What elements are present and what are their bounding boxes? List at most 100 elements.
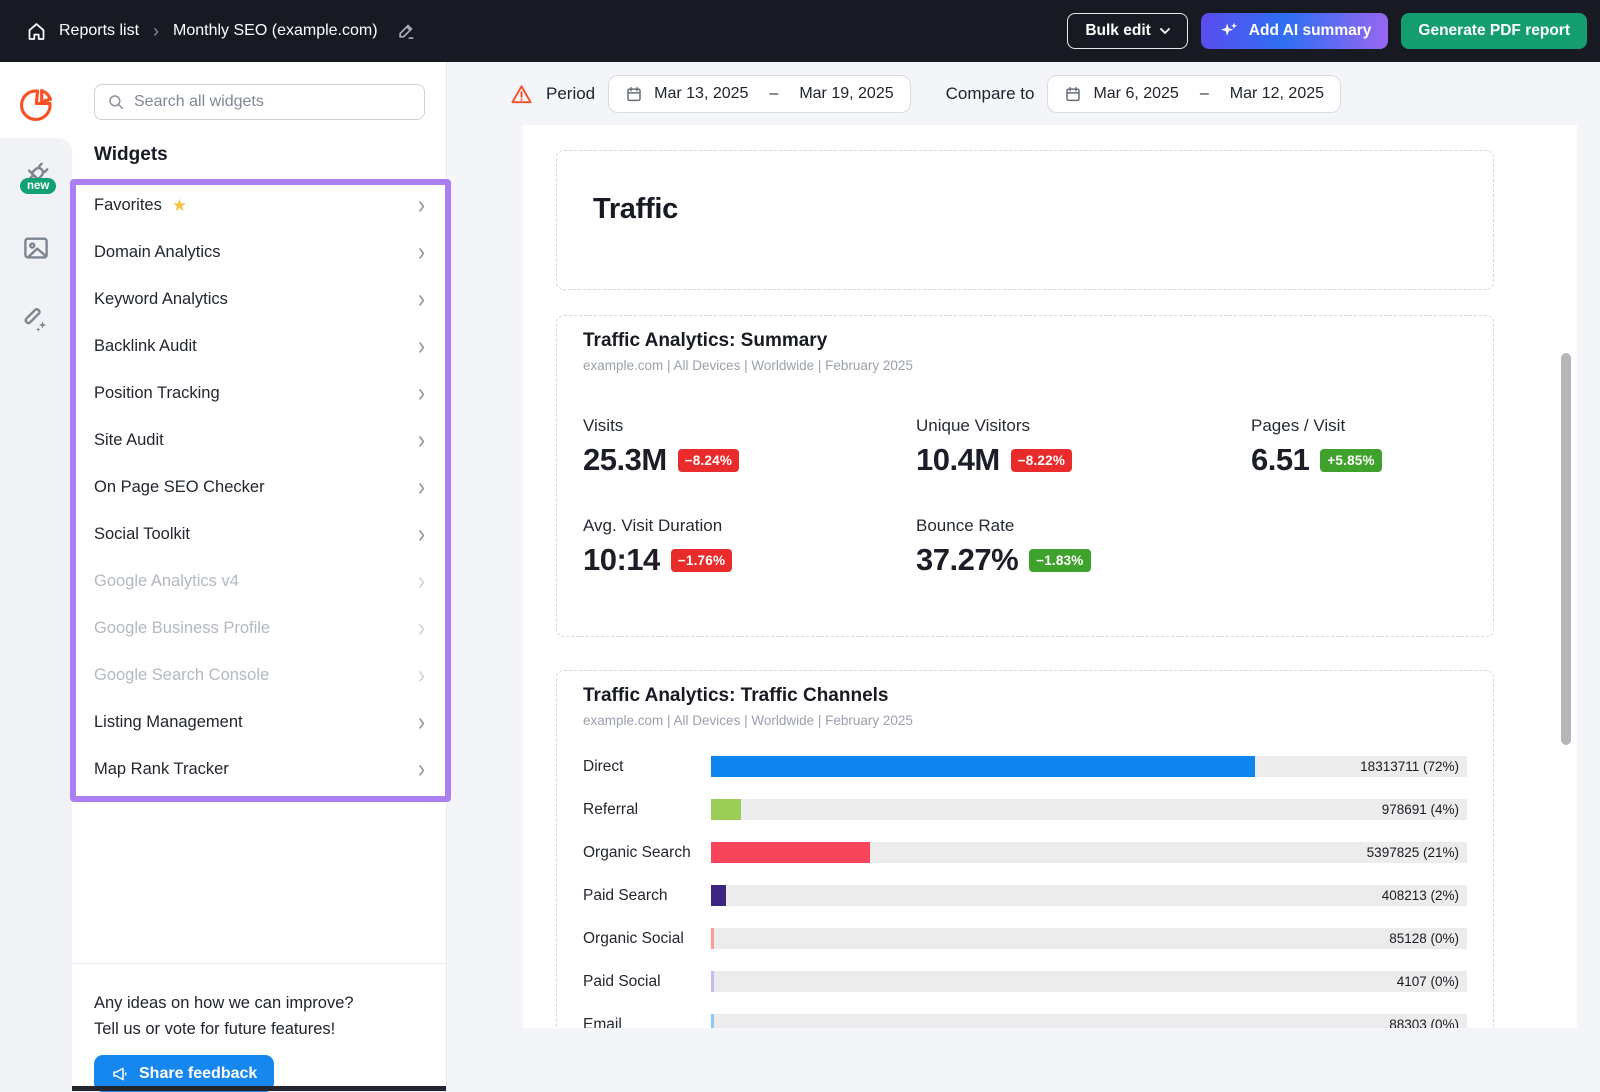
- report-canvas: Traffic Traffic Analytics: Summary examp…: [523, 125, 1577, 1028]
- vertical-scrollbar[interactable]: [1561, 353, 1571, 745]
- sidebar-item-backlink-audit[interactable]: Backlink Audit›: [94, 323, 425, 370]
- sidebar-item-domain-analytics[interactable]: Domain Analytics›: [94, 229, 425, 276]
- metric-value: 37.27%−1.83%: [916, 542, 1251, 578]
- sidebar-item-label: Site Audit: [94, 431, 164, 450]
- add-ai-summary-button[interactable]: Add AI summary: [1201, 13, 1389, 49]
- metric-label: Bounce Rate: [916, 516, 1251, 536]
- metric-number: 10:14: [583, 542, 660, 578]
- channel-value: 85128 (0%): [1389, 928, 1459, 949]
- channel-value: 88303 (0%): [1389, 1014, 1459, 1028]
- change-badge: +5.85%: [1320, 449, 1381, 472]
- page-title: Monthly SEO (example.com): [173, 22, 378, 40]
- channel-bar-fill: [711, 1014, 714, 1028]
- sidebar-item-site-audit[interactable]: Site Audit›: [94, 417, 425, 464]
- home-icon[interactable]: [26, 21, 47, 42]
- sidebar-item-map-rank-tracker[interactable]: Map Rank Tracker ›: [94, 746, 425, 793]
- metric-pages-visit: Pages / Visit6.51+5.85%: [1251, 416, 1467, 478]
- channel-label: Email: [583, 1016, 711, 1029]
- chevron-right-icon: ›: [418, 709, 425, 735]
- summary-widget-subtitle: example.com | All Devices | Worldwide | …: [583, 358, 1467, 373]
- new-badge: new: [20, 178, 56, 194]
- image-icon[interactable]: [21, 233, 51, 263]
- generate-pdf-label: Generate PDF report: [1418, 22, 1570, 40]
- channel-value: 5397825 (21%): [1367, 842, 1459, 863]
- channel-bar-track: 5397825 (21%): [711, 842, 1467, 863]
- sidebar-item-label: Google Business Profile: [94, 619, 270, 638]
- sidebar-item-listing-management[interactable]: Listing Management›: [94, 699, 425, 746]
- sidebar-item-label: Position Tracking: [94, 384, 220, 403]
- topbar-actions: Bulk edit Add AI summary Generate PDF re…: [1067, 13, 1600, 49]
- range-dash: –: [1200, 85, 1209, 103]
- sidebar-item-label: Map Rank Tracker: [94, 760, 229, 779]
- traffic-channels-widget[interactable]: Traffic Analytics: Traffic Channels exam…: [556, 670, 1494, 1028]
- channel-label: Organic Search: [583, 844, 711, 862]
- widgets-heading: Widgets: [94, 144, 168, 166]
- magic-wand-icon[interactable]: [21, 305, 51, 335]
- channel-label: Direct: [583, 758, 711, 776]
- chevron-right-icon: ›: [418, 568, 425, 594]
- change-badge: −8.24%: [678, 449, 739, 472]
- edit-icon[interactable]: [396, 21, 416, 41]
- sidebar-item-on-page-seo-checker[interactable]: On Page SEO Checker ›: [94, 464, 425, 511]
- channel-row-email: Email 88303 (0%): [583, 1014, 1467, 1028]
- sidebar-item-label: On Page SEO Checker: [94, 478, 265, 497]
- chevron-right-icon: ›: [418, 380, 425, 406]
- feedback-line2: Tell us or vote for future features!: [94, 1016, 424, 1042]
- channel-label: Paid Search: [583, 887, 711, 905]
- breadcrumb-reports-list[interactable]: Reports list: [59, 22, 139, 40]
- pie-chart-icon[interactable]: [17, 86, 55, 124]
- compare-end-date: Mar 12, 2025: [1230, 85, 1324, 103]
- search-input[interactable]: [134, 93, 412, 111]
- chevron-right-icon: ›: [418, 333, 425, 359]
- metric-value: 25.3M −8.24%: [583, 442, 916, 478]
- channel-bar-track: 4107 (0%): [711, 971, 1467, 992]
- sidebar-item-label: Social Toolkit: [94, 525, 190, 544]
- top-bar: Reports list › Monthly SEO (example.com)…: [0, 0, 1600, 62]
- channel-bar-track: 88303 (0%): [711, 1014, 1467, 1028]
- main-area: Period Mar 13, 2025 – Mar 19, 2025 Compa…: [447, 62, 1600, 1091]
- metric-avg-visit-duration: Avg. Visit Duration10:14−1.76%: [583, 516, 916, 578]
- channel-row-paid-search: Paid Search 408213 (2%): [583, 885, 1467, 906]
- search-icon: [107, 93, 125, 111]
- compare-start-date: Mar 6, 2025: [1093, 85, 1178, 103]
- channel-label: Paid Social: [583, 973, 711, 991]
- metric-value: 6.51 +5.85%: [1251, 442, 1467, 478]
- section-title-widget[interactable]: Traffic: [556, 150, 1494, 290]
- channel-label: Referral: [583, 801, 711, 819]
- traffic-summary-widget[interactable]: Traffic Analytics: Summary example.com |…: [556, 315, 1494, 637]
- widget-search[interactable]: [94, 84, 425, 120]
- sidebar-item-position-tracking[interactable]: Position Tracking ›: [94, 370, 425, 417]
- channel-bar-fill: [711, 885, 726, 906]
- channel-bar-fill: [711, 799, 741, 820]
- channel-row-direct: Direct18313711 (72%): [583, 756, 1467, 777]
- sidebar-item-favorites[interactable]: Favorites★›: [94, 182, 425, 229]
- bulk-edit-button[interactable]: Bulk edit: [1067, 13, 1187, 49]
- chevron-right-icon: ›: [418, 192, 425, 218]
- generate-pdf-button[interactable]: Generate PDF report: [1401, 13, 1587, 49]
- sidebar-item-social-toolkit[interactable]: Social Toolkit›: [94, 511, 425, 558]
- sparkles-icon: [1218, 20, 1240, 42]
- calendar-icon: [1064, 85, 1082, 103]
- channel-row-paid-social: Paid Social 4107 (0%): [583, 971, 1467, 992]
- chevron-down-icon: [1160, 28, 1170, 34]
- channel-value: 4107 (0%): [1397, 971, 1459, 992]
- channel-label: Organic Social: [583, 930, 711, 948]
- sidebar-item-keyword-analytics[interactable]: Keyword Analytics›: [94, 276, 425, 323]
- channel-value: 408213 (2%): [1382, 885, 1459, 906]
- chevron-right-icon: ›: [418, 756, 425, 782]
- chevron-right-icon: ›: [418, 474, 425, 500]
- metric-bounce-rate: Bounce Rate 37.27%−1.83%: [916, 516, 1251, 578]
- channel-bar-fill: [711, 842, 870, 863]
- widget-list: Favorites★›Domain Analytics›Keyword Anal…: [94, 182, 425, 793]
- warning-icon: [510, 83, 533, 106]
- compare-date-range[interactable]: Mar 6, 2025 – Mar 12, 2025: [1047, 75, 1341, 113]
- range-dash: –: [769, 85, 778, 103]
- period-label: Period: [546, 84, 595, 104]
- metric-number: 25.3M: [583, 442, 667, 478]
- metric-number: 6.51: [1251, 442, 1309, 478]
- summary-metrics: Visits25.3M−8.24%Unique Visitors10.4M−8.…: [583, 416, 1467, 578]
- channel-bar-fill: [711, 928, 714, 949]
- channel-bar-track: 408213 (2%): [711, 885, 1467, 906]
- period-date-range[interactable]: Mar 13, 2025 – Mar 19, 2025: [608, 75, 910, 113]
- widgets-sidebar: Widgets Favorites★›Domain Analytics›Keyw…: [72, 62, 447, 1091]
